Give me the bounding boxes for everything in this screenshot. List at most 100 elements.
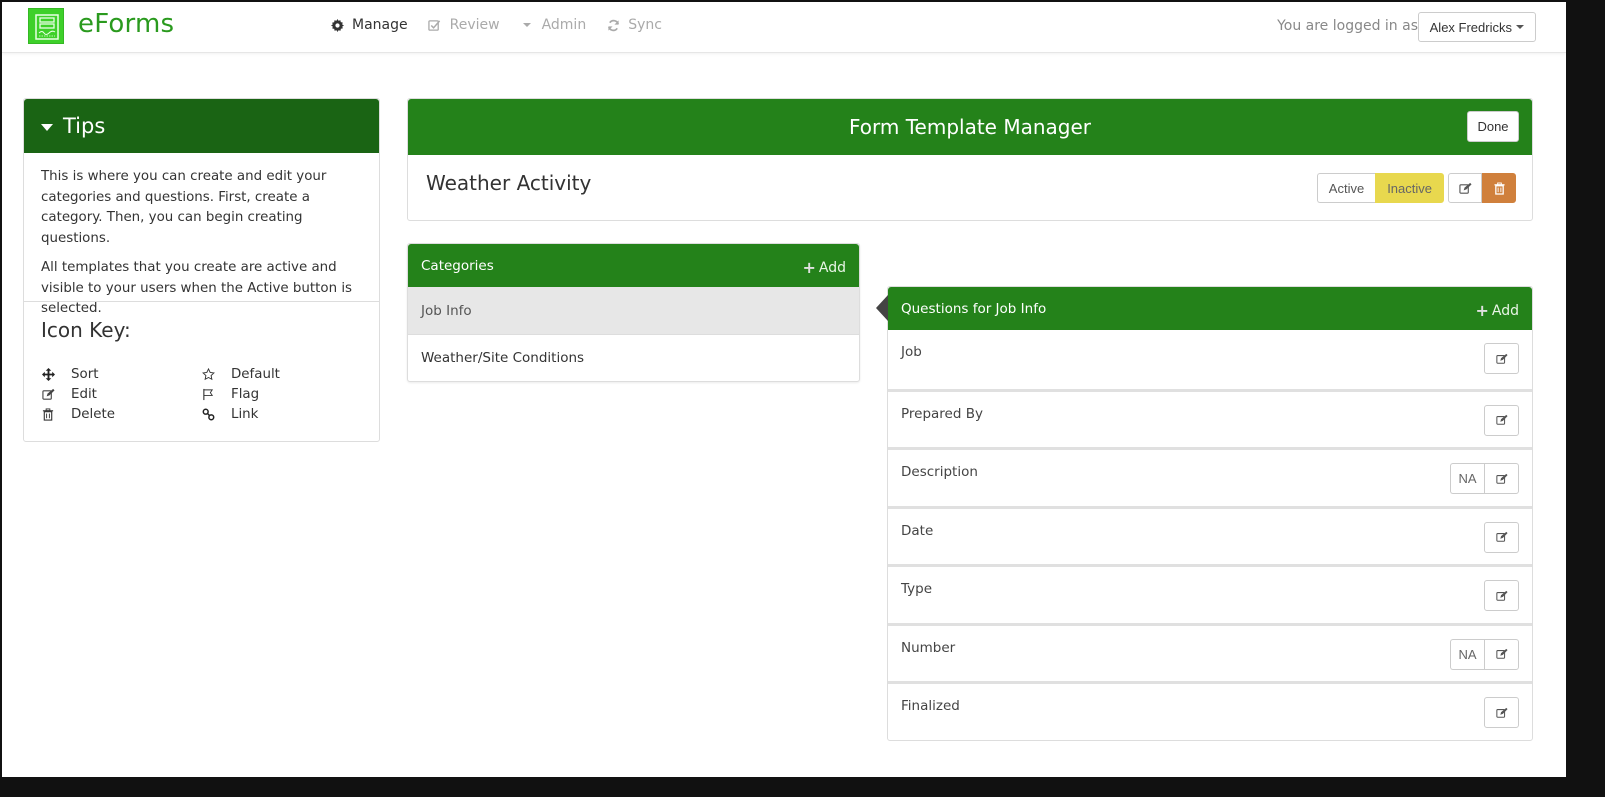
- tips-body: This is where you can create and edit yo…: [24, 153, 379, 316]
- top-navbar: eForms Manage Review Admin Sync You are …: [2, 2, 1566, 53]
- nav-item-admin[interactable]: Admin: [520, 17, 587, 33]
- form-name: Weather Activity: [426, 171, 592, 195]
- user-name: Alex Fredricks: [1429, 19, 1512, 35]
- edit-icon: [41, 388, 55, 401]
- plus-icon: +: [802, 258, 816, 277]
- caret-down-icon: [520, 18, 534, 32]
- manager-title: Form Template Manager: [848, 115, 1092, 139]
- user-menu-button[interactable]: Alex Fredricks: [1417, 12, 1536, 42]
- question-label: Number: [901, 639, 956, 656]
- categories-title: Categories: [421, 257, 494, 274]
- icon-key-item: Link: [201, 407, 361, 422]
- logged-in-label: You are logged in as: [1277, 18, 1418, 34]
- caret-down-icon: [41, 123, 53, 131]
- question-label: Type: [901, 581, 933, 597]
- edit-question-button[interactable]: [1484, 404, 1519, 436]
- icon-key-item: Default: [201, 367, 361, 382]
- edit-question-button[interactable]: [1484, 343, 1519, 374]
- edit-question-button[interactable]: [1484, 521, 1519, 553]
- move-icon: [41, 367, 55, 381]
- add-question-button[interactable]: + Add: [1475, 301, 1519, 320]
- questions-panel: Questions for Job Info + Add Job Prepared…: [876, 286, 1533, 741]
- icon-key-item: Edit: [41, 387, 201, 402]
- tips-panel: Tips This is where you can create and ed…: [23, 98, 380, 442]
- question-actions: [1484, 697, 1519, 728]
- edit-question-button[interactable]: [1484, 580, 1519, 611]
- edit-icon: [1458, 182, 1472, 194]
- na-button[interactable]: NA: [1450, 638, 1484, 670]
- question-item: Date: [888, 505, 1532, 565]
- link-icon: [201, 408, 215, 421]
- app-window: eForms Manage Review Admin Sync You are …: [2, 2, 1566, 777]
- caret-down-icon: [1516, 25, 1524, 29]
- edit-icon: [1495, 473, 1508, 484]
- nav-label: Manage: [352, 17, 408, 33]
- question-label: Prepared By: [901, 405, 983, 422]
- edit-icon: [1495, 590, 1508, 601]
- app-logo[interactable]: [28, 8, 64, 44]
- star-icon: [201, 367, 215, 381]
- question-item: Type: [888, 564, 1532, 623]
- form-logo-icon: [35, 14, 59, 40]
- delete-form-button[interactable]: [1482, 173, 1516, 203]
- icon-key-grid: Sort Default Edit Flag Delete Link: [41, 364, 361, 424]
- nav-item-review[interactable]: Review: [428, 17, 500, 33]
- flag-icon: [201, 388, 215, 401]
- categories-header: Categories + Add: [408, 244, 859, 287]
- manager-header: Form Template Manager Done: [408, 99, 1532, 155]
- edit-question-button[interactable]: [1484, 638, 1519, 670]
- refresh-icon: [606, 18, 620, 32]
- icon-key-item: Sort: [41, 367, 201, 382]
- edit-icon: [1495, 353, 1508, 364]
- nav-label: Admin: [541, 17, 587, 33]
- nav-item-manage[interactable]: Manage: [330, 17, 408, 33]
- category-item-job-info[interactable]: Job Info: [408, 287, 859, 334]
- questions-title: Questions for Job Info: [901, 300, 1047, 317]
- question-actions: [1484, 521, 1519, 553]
- gear-icon: [330, 18, 344, 32]
- trash-icon: [1493, 182, 1505, 195]
- inactive-button[interactable]: Inactive: [1375, 173, 1444, 203]
- question-item: Prepared By: [888, 388, 1532, 448]
- brand-name[interactable]: eForms: [78, 9, 174, 39]
- done-button[interactable]: Done: [1467, 111, 1519, 142]
- edit-question-button[interactable]: [1484, 463, 1519, 494]
- main-nav: Manage Review Admin Sync: [330, 17, 682, 33]
- edit-icon: [1495, 414, 1508, 425]
- status-toggle: Active Inactive: [1316, 173, 1444, 203]
- tips-title: Tips: [63, 114, 106, 138]
- edit-icon: [1495, 531, 1508, 542]
- form-actions: [1448, 173, 1516, 203]
- form-template-manager: Form Template Manager Done Weather Activ…: [407, 98, 1533, 221]
- edit-question-button[interactable]: [1484, 697, 1519, 728]
- icon-key-item: Flag: [201, 387, 361, 402]
- question-actions: [1484, 580, 1519, 611]
- question-label: Job: [901, 344, 922, 360]
- nav-item-sync[interactable]: Sync: [606, 17, 662, 33]
- na-button[interactable]: NA: [1450, 463, 1484, 494]
- question-item: Number NA: [888, 622, 1532, 682]
- questions-list: Job Prepared By Description NA Date Type Numbe…: [888, 330, 1532, 740]
- question-label: Finalized: [901, 698, 960, 714]
- questions-header: Questions for Job Info + Add: [876, 287, 1532, 330]
- question-actions: NA: [1450, 463, 1519, 494]
- icon-key-item: Delete: [41, 407, 201, 422]
- nav-label: Review: [449, 17, 500, 33]
- trash-icon: [41, 407, 55, 421]
- question-actions: [1484, 343, 1519, 374]
- question-actions: [1484, 404, 1519, 436]
- categories-panel: Categories + Add Job Info Weather/Site C…: [407, 243, 860, 382]
- plus-icon: +: [1475, 301, 1489, 320]
- add-category-button[interactable]: + Add: [802, 258, 846, 277]
- nav-label: Sync: [628, 17, 662, 33]
- tips-toggle[interactable]: Tips: [24, 99, 379, 153]
- category-item-weather-site-conditions[interactable]: Weather/Site Conditions: [408, 334, 859, 381]
- question-label: Description: [901, 464, 978, 480]
- active-button[interactable]: Active: [1316, 173, 1376, 203]
- selection-pointer: [876, 295, 888, 321]
- edit-icon: [1495, 648, 1508, 659]
- tips-paragraph: This is where you can create and edit yo…: [41, 169, 327, 246]
- question-item: Job: [888, 330, 1532, 389]
- question-item: Description NA: [888, 447, 1532, 506]
- edit-form-button[interactable]: [1448, 173, 1482, 203]
